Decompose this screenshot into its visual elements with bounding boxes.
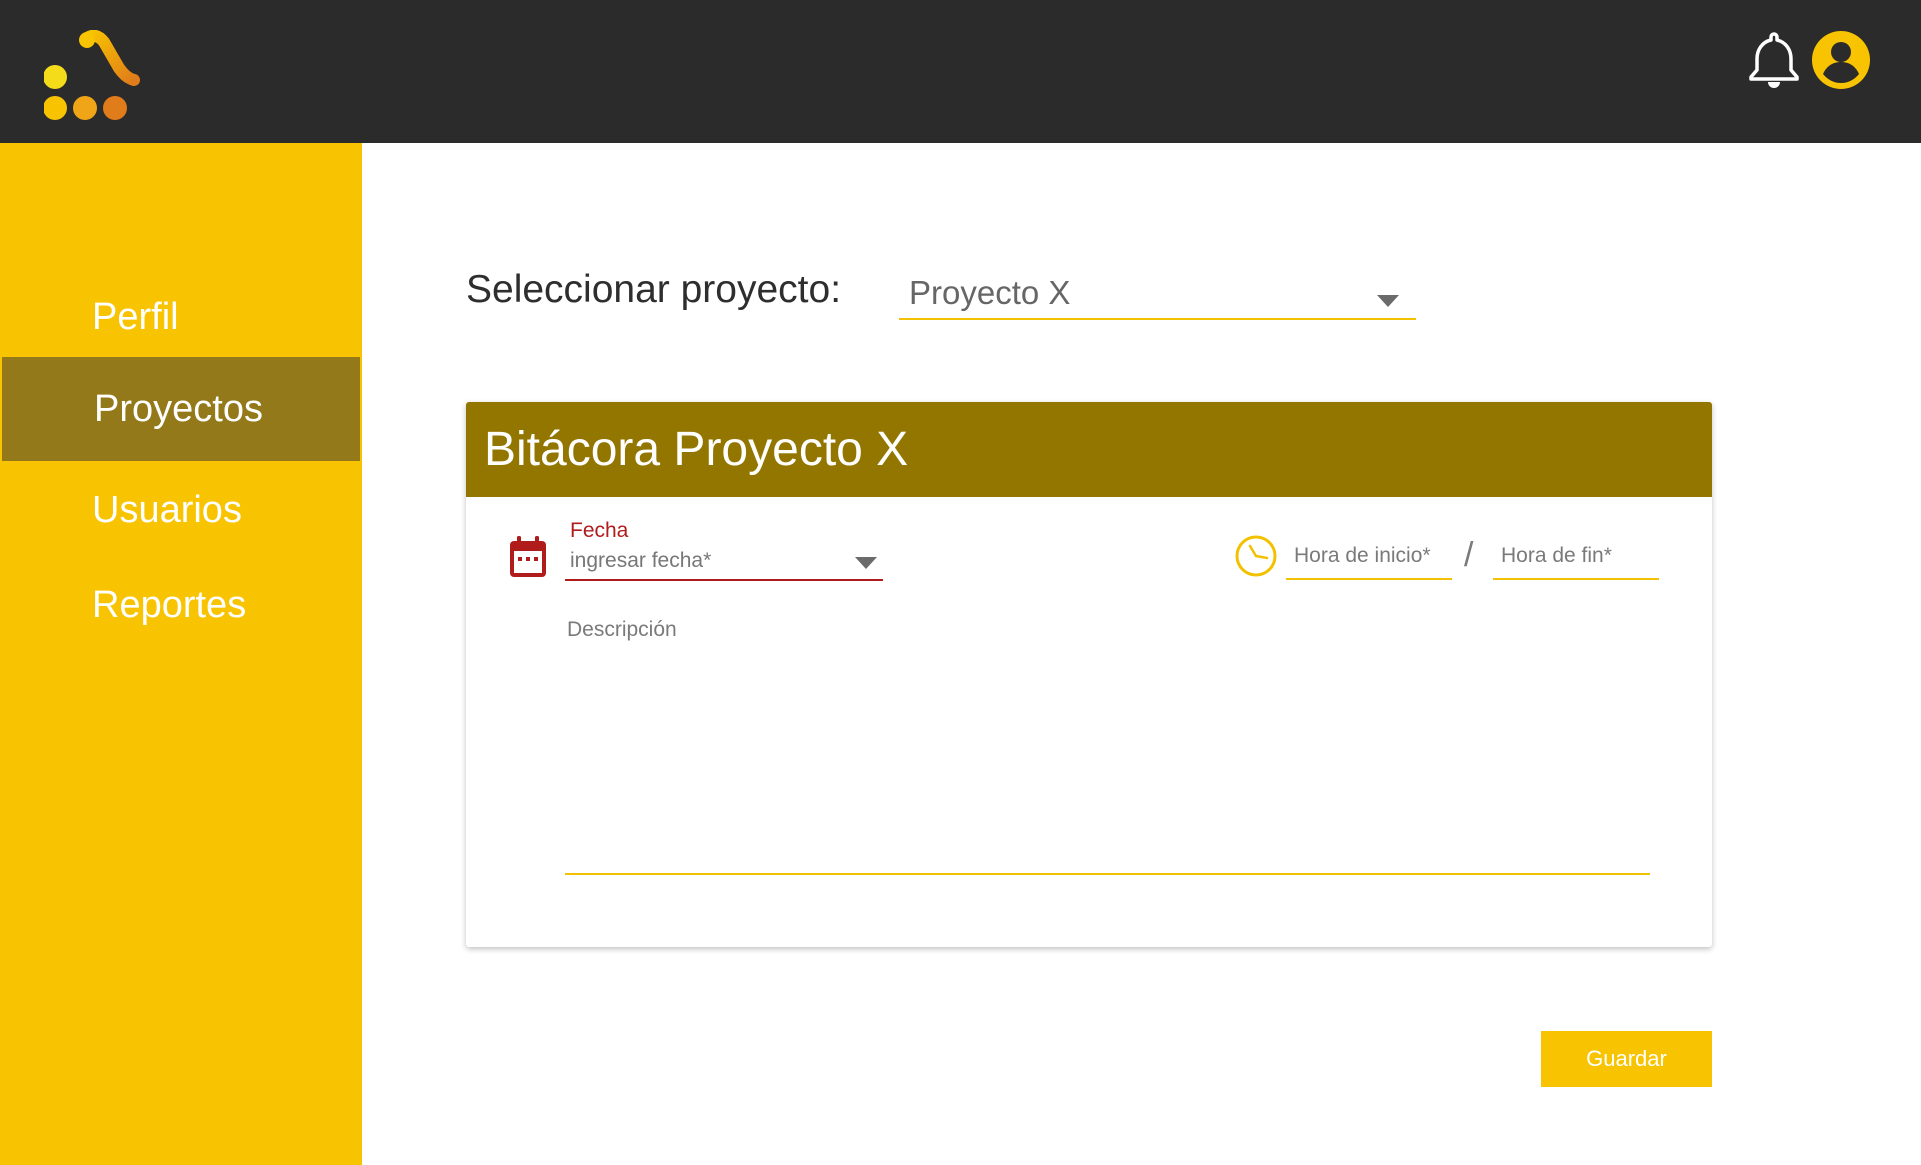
date-field[interactable]: Fecha ingresar fecha* — [565, 517, 883, 581]
end-time-field[interactable]: Hora de fin* — [1493, 537, 1659, 580]
clock-icon — [1235, 535, 1277, 577]
sidebar: Perfil Proyectos Usuarios Reportes — [0, 143, 362, 1165]
log-card: Bitácora Proyecto X Fecha ingresar fecha… — [466, 402, 1712, 947]
chevron-down-icon — [855, 557, 877, 569]
sidebar-item-label: Reportes — [92, 583, 247, 626]
description-textarea[interactable]: Descripción — [565, 614, 1650, 875]
start-time-field[interactable]: Hora de inicio* — [1286, 537, 1452, 580]
time-separator: / — [1464, 536, 1474, 574]
date-label: Fecha — [570, 519, 629, 542]
sidebar-item-label: Perfil — [92, 295, 179, 338]
sidebar-item-perfil[interactable]: Perfil — [0, 265, 362, 369]
project-select[interactable]: Proyecto X — [899, 268, 1416, 320]
sidebar-item-label: Proyectos — [94, 387, 263, 430]
chevron-down-icon — [1377, 295, 1399, 307]
card-title: Bitácora Proyecto X — [484, 423, 909, 476]
end-time-placeholder: Hora de fin* — [1501, 544, 1612, 567]
sidebar-item-usuarios[interactable]: Usuarios — [0, 458, 362, 562]
select-project-label: Seleccionar proyecto: — [466, 268, 842, 311]
calendar-icon[interactable] — [508, 535, 548, 579]
date-placeholder: ingresar fecha* — [570, 549, 712, 572]
start-time-placeholder: Hora de inicio* — [1294, 544, 1431, 567]
bell-icon[interactable] — [1745, 30, 1803, 88]
sidebar-item-label: Usuarios — [92, 488, 242, 531]
description-placeholder: Descripción — [567, 618, 677, 641]
project-select-value: Proyecto X — [909, 274, 1071, 311]
top-bar — [0, 0, 1921, 143]
sidebar-item-proyectos[interactable]: Proyectos — [2, 357, 360, 461]
card-header: Bitácora Proyecto X — [466, 402, 1712, 497]
app-logo[interactable] — [44, 30, 144, 125]
sidebar-item-reportes[interactable]: Reportes — [0, 553, 362, 657]
account-circle-icon[interactable] — [1811, 30, 1871, 90]
save-button[interactable]: Guardar — [1541, 1031, 1712, 1087]
